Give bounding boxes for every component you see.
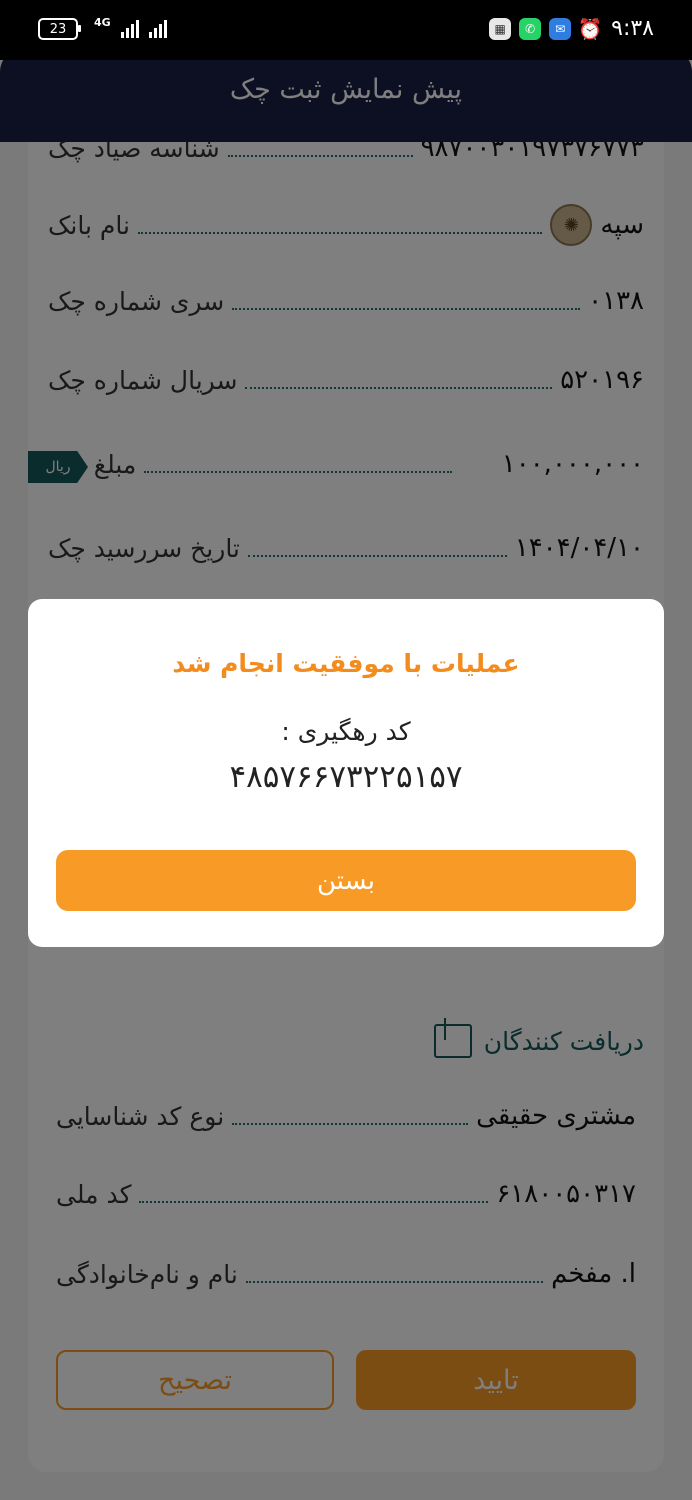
success-dialog: عملیات با موفقیت انجام شد کد رهگیری : ۴۸… [28, 599, 664, 947]
battery-level: 23 [49, 21, 67, 37]
network-type: 4G [94, 15, 111, 29]
notification-app-icon: ▦ [489, 17, 512, 40]
signal-icon-2 [148, 20, 167, 38]
messages-icon: ✉ [549, 17, 572, 40]
tracking-code-value: ۴۸۵۷۶۶۷۳۲۲۵۱۵۷ [229, 759, 463, 795]
battery-icon: 23 [38, 18, 81, 40]
alarm-icon: ⏰ [577, 16, 603, 41]
status-bar: 23 4G ▦ ✆ ✉ ⏰ ۹:۳۸ [0, 0, 692, 60]
dialog-title: عملیات با موفقیت انجام شد [172, 649, 520, 678]
close-button[interactable]: بستن [56, 850, 636, 911]
clock: ۹:۳۸ [611, 16, 654, 41]
signal-icon [120, 20, 139, 38]
whatsapp-icon: ✆ [519, 17, 542, 40]
status-left: 23 4G [38, 15, 167, 40]
status-right: ▦ ✆ ✉ ⏰ ۹:۳۸ [489, 16, 654, 41]
tracking-code-label: کد رهگیری : [281, 717, 411, 746]
